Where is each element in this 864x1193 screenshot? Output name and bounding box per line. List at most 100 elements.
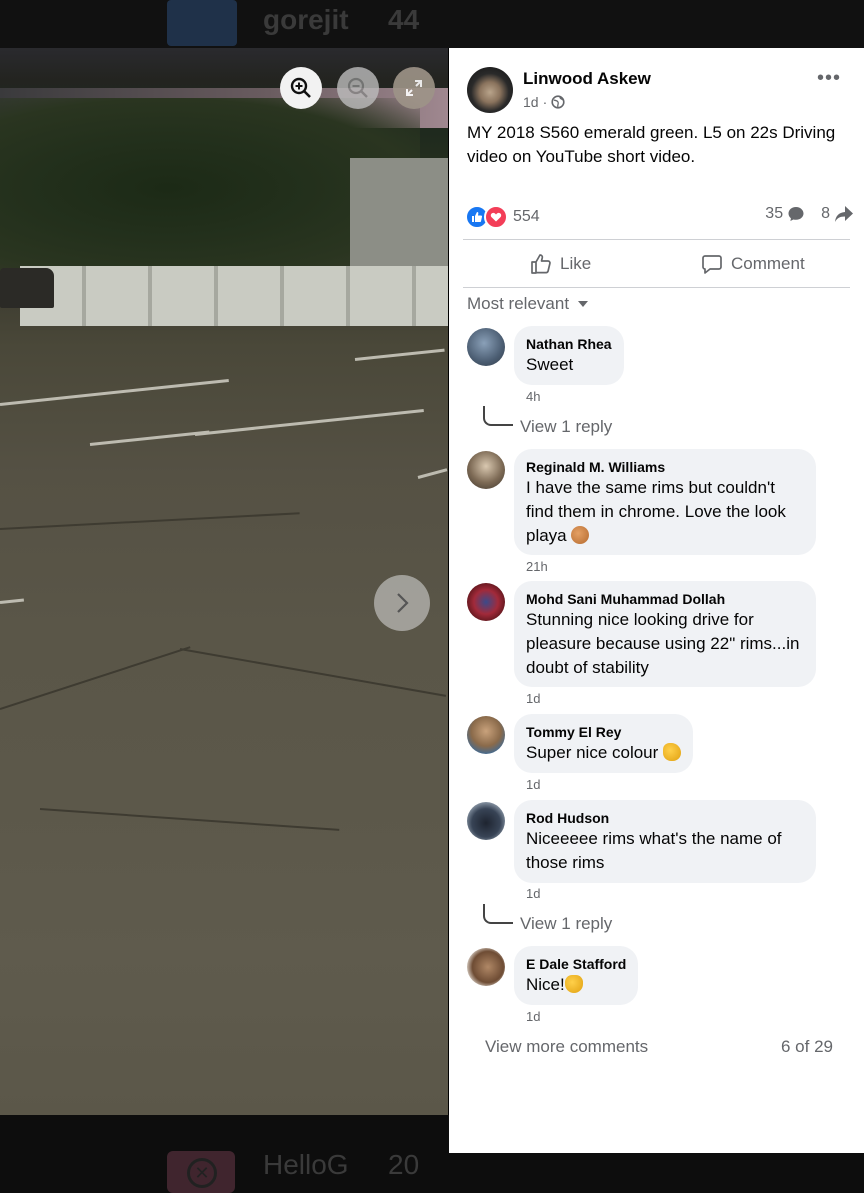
background-app-name: gorejit bbox=[263, 4, 349, 35]
post-time[interactable]: 1d bbox=[523, 94, 539, 110]
love-reaction-icon bbox=[484, 205, 508, 229]
view-replies-link[interactable]: View 1 reply bbox=[520, 417, 612, 437]
engagement-counts: 35 8 bbox=[765, 205, 854, 223]
avatar[interactable] bbox=[467, 451, 505, 489]
reactions-summary[interactable]: 554 bbox=[465, 205, 540, 229]
divider bbox=[463, 287, 850, 288]
pavement-crack bbox=[179, 648, 447, 697]
parking-line bbox=[0, 598, 25, 604]
chevron-right-icon bbox=[397, 593, 409, 613]
background-top-row: gorejit 44 bbox=[0, 0, 864, 48]
thumbs-up-icon bbox=[531, 254, 551, 274]
comment-label: Comment bbox=[731, 254, 805, 273]
close-circle-icon: ✕ bbox=[187, 1158, 217, 1188]
more-options-button[interactable]: ••• bbox=[817, 68, 845, 92]
background-app-count: 20 bbox=[388, 1149, 420, 1180]
comment-author[interactable]: E Dale Stafford bbox=[526, 955, 626, 973]
comment-bubble-icon bbox=[788, 207, 804, 221]
pavement-crack bbox=[0, 512, 300, 530]
comment-text-line: playa bbox=[526, 526, 567, 545]
comment-author[interactable]: Nathan Rhea bbox=[526, 335, 612, 353]
post-panel: Linwood Askew 1d · ••• MY 2018 S560 emer… bbox=[449, 48, 864, 1153]
post-photo[interactable] bbox=[0, 48, 448, 1115]
parking-line bbox=[417, 468, 448, 479]
photo-truck bbox=[0, 268, 54, 308]
parking-line bbox=[354, 348, 445, 361]
comment-text-line: doubt of stability bbox=[526, 658, 649, 677]
avatar[interactable] bbox=[467, 948, 505, 986]
comment-sort-dropdown[interactable]: Most relevant bbox=[467, 294, 589, 314]
photo-house bbox=[350, 158, 448, 278]
avatar[interactable] bbox=[467, 583, 505, 621]
comment-text: Sweet bbox=[526, 355, 574, 374]
sort-label: Most relevant bbox=[467, 294, 570, 313]
comment-bubble: Nathan Rhea Sweet bbox=[514, 326, 624, 385]
comment-text-line: Niceeeee rims what's the name of bbox=[526, 829, 782, 848]
comment-text: Super nice colour bbox=[526, 743, 659, 762]
comment-text-line: find them in chrome. Love the look bbox=[526, 502, 786, 521]
flexed-biceps-emoji-icon bbox=[663, 743, 682, 761]
post-text: MY 2018 S560 emerald green. L5 on 22s Dr… bbox=[467, 123, 836, 166]
comment-author[interactable]: Reginald M. Williams bbox=[526, 458, 804, 476]
comments-count[interactable]: 35 bbox=[765, 205, 783, 223]
meta-separator: · bbox=[542, 94, 548, 110]
zoom-in-button[interactable] bbox=[280, 67, 322, 109]
parking-line bbox=[89, 430, 210, 446]
comment-icon bbox=[702, 255, 722, 274]
share-arrow-icon bbox=[835, 206, 853, 222]
view-replies-link[interactable]: View 1 reply bbox=[520, 914, 612, 934]
comment-bubble: Reginald M. Williams I have the same rim… bbox=[514, 449, 816, 555]
expand-button[interactable] bbox=[393, 67, 435, 109]
avatar[interactable] bbox=[467, 716, 505, 754]
thumbs-up-emoji-icon bbox=[564, 975, 583, 993]
view-more-comments-link[interactable]: View more comments bbox=[485, 1037, 648, 1057]
post-meta: 1d · bbox=[523, 94, 565, 110]
photo-fence bbox=[20, 266, 448, 326]
comments-page-count: 6 of 29 bbox=[781, 1037, 833, 1056]
next-photo-button[interactable] bbox=[374, 575, 430, 631]
background-app-name: HelloG bbox=[263, 1149, 349, 1180]
comment-time[interactable]: 4h bbox=[526, 389, 540, 404]
comment-bubble: Rod Hudson Niceeeee rims what's the name… bbox=[514, 800, 816, 883]
avatar[interactable] bbox=[467, 328, 505, 366]
comment-author[interactable]: Rod Hudson bbox=[526, 809, 804, 827]
comment-text-line: I have the same rims but couldn't bbox=[526, 478, 775, 497]
comment-text-line: Stunning nice looking drive for bbox=[526, 610, 754, 629]
parking-line bbox=[194, 408, 424, 436]
caret-down-icon bbox=[578, 301, 589, 307]
background-app-logo: ✕ bbox=[167, 1151, 235, 1193]
comment-button[interactable]: Comment bbox=[701, 251, 805, 277]
author-name[interactable]: Linwood Askew bbox=[523, 69, 651, 89]
comment-author[interactable]: Mohd Sani Muhammad Dollah bbox=[526, 590, 804, 608]
background-app-count: 44 bbox=[388, 4, 420, 35]
pavement-crack bbox=[0, 646, 191, 710]
avatar[interactable] bbox=[467, 67, 513, 113]
comment-text: Nice! bbox=[526, 975, 565, 994]
comment-text-line-wrap: playa bbox=[526, 524, 804, 548]
comment-time[interactable]: 1d bbox=[526, 777, 540, 792]
comment-author[interactable]: Tommy El Rey bbox=[526, 723, 681, 741]
like-button[interactable]: Like bbox=[530, 251, 591, 277]
reply-connector bbox=[483, 406, 513, 426]
comment-text-wrap: Super nice colour bbox=[526, 741, 682, 765]
comment-text-line: pleasure because using 22" rims...in bbox=[526, 634, 800, 653]
comment-time[interactable]: 1d bbox=[526, 1009, 540, 1024]
globe-icon bbox=[551, 95, 565, 109]
comment-time[interactable]: 21h bbox=[526, 559, 548, 574]
like-label: Like bbox=[560, 254, 592, 273]
zoom-in-icon bbox=[290, 77, 311, 98]
comment-bubble: Tommy El Rey Super nice colour bbox=[514, 714, 694, 773]
comment-bubble: Mohd Sani Muhammad Dollah Stunning nice … bbox=[514, 581, 816, 687]
background-app-logo bbox=[167, 0, 237, 46]
avatar[interactable] bbox=[467, 802, 505, 840]
comment-text-line: those rims bbox=[526, 853, 605, 872]
comment-text-wrap: Nice! bbox=[526, 973, 626, 997]
divider bbox=[463, 239, 850, 240]
reply-connector bbox=[483, 904, 513, 924]
fist-bump-emoji-icon bbox=[571, 526, 590, 544]
comment-time[interactable]: 1d bbox=[526, 691, 540, 706]
comment-time[interactable]: 1d bbox=[526, 886, 540, 901]
expand-icon bbox=[406, 80, 422, 96]
shares-count[interactable]: 8 bbox=[821, 205, 830, 223]
zoom-out-button[interactable] bbox=[337, 67, 379, 109]
